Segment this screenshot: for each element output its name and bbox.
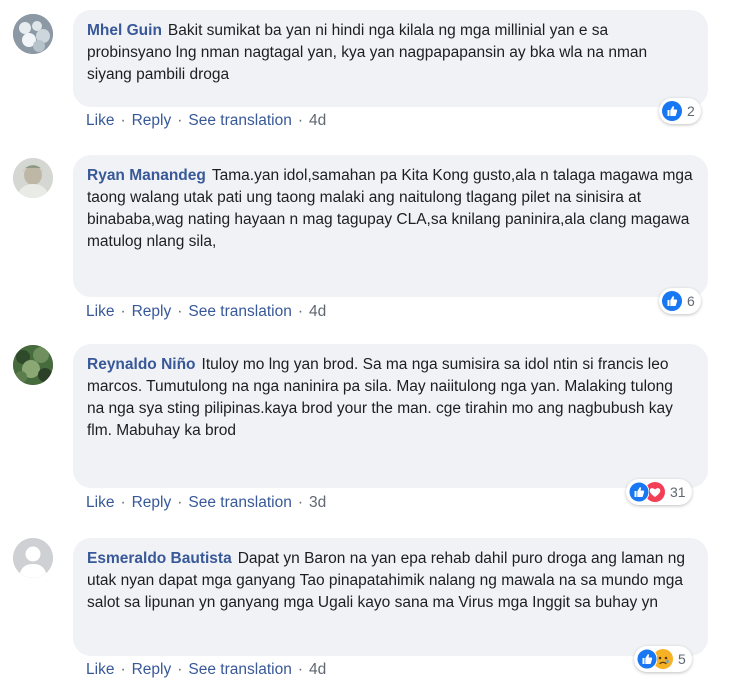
see-translation-link[interactable]: See translation: [188, 661, 291, 678]
see-translation-link[interactable]: See translation: [188, 112, 291, 129]
like-reaction-icon: [662, 101, 682, 121]
like-reaction-icon: [662, 291, 682, 311]
comment-timestamp[interactable]: 4d: [309, 112, 326, 129]
like-link[interactable]: Like: [86, 112, 114, 129]
reaction-count: 31: [670, 484, 686, 500]
reply-link[interactable]: Reply: [132, 661, 172, 678]
see-translation-link[interactable]: See translation: [188, 303, 291, 320]
comment-actions: Like · Reply · See translation · 4d: [86, 661, 327, 678]
reaction-count: 2: [687, 103, 695, 119]
reply-link[interactable]: Reply: [132, 112, 172, 129]
comment-author[interactable]: Reynaldo Niño: [87, 356, 196, 373]
reaction-count: 6: [687, 293, 695, 309]
comment-actions: Like · Reply · See translation · 3d: [86, 494, 327, 511]
like-link[interactable]: Like: [86, 661, 114, 678]
reply-link[interactable]: Reply: [132, 494, 172, 511]
comment-bubble: Reynaldo Niño Ituloy mo lng yan brod. Sa …: [73, 344, 708, 488]
avatar[interactable]: [13, 345, 53, 385]
reply-link[interactable]: Reply: [132, 303, 172, 320]
comment-timestamp[interactable]: 4d: [309, 303, 326, 320]
avatar[interactable]: [13, 14, 53, 54]
reaction-summary[interactable]: 5: [634, 646, 692, 672]
avatar[interactable]: [13, 158, 53, 198]
reaction-summary[interactable]: 31: [626, 479, 692, 505]
comment-bubble: Ryan Manandeg Tama.yan idol,samahan pa Ki…: [73, 155, 708, 297]
comment-text: Bakit sumikat ba yan ni hindi nga kilala…: [87, 22, 648, 83]
avatar[interactable]: [13, 538, 53, 578]
reaction-summary[interactable]: 2: [659, 98, 701, 124]
comment-actions: Like · Reply · See translation · 4d: [86, 112, 327, 129]
comment-timestamp[interactable]: 3d: [309, 494, 326, 511]
comment-author[interactable]: Esmeraldo Bautista: [87, 550, 232, 567]
reaction-summary[interactable]: 6: [659, 288, 701, 314]
reaction-count: 5: [678, 651, 686, 667]
like-reaction-icon: [637, 649, 657, 669]
comment-author[interactable]: Mhel Guin: [87, 22, 162, 39]
comment-bubble: Mhel Guin Bakit sumikat ba yan ni hindi n…: [73, 10, 708, 107]
comment-timestamp[interactable]: 4d: [309, 661, 326, 678]
like-link[interactable]: Like: [86, 494, 114, 511]
like-link[interactable]: Like: [86, 303, 114, 320]
like-reaction-icon: [629, 482, 649, 502]
comment-author[interactable]: Ryan Manandeg: [87, 167, 206, 184]
see-translation-link[interactable]: See translation: [188, 494, 291, 511]
comment-actions: Like · Reply · See translation · 4d: [86, 303, 327, 320]
comment-bubble: Esmeraldo Bautista Dapat yn Baron na yan …: [73, 538, 708, 656]
